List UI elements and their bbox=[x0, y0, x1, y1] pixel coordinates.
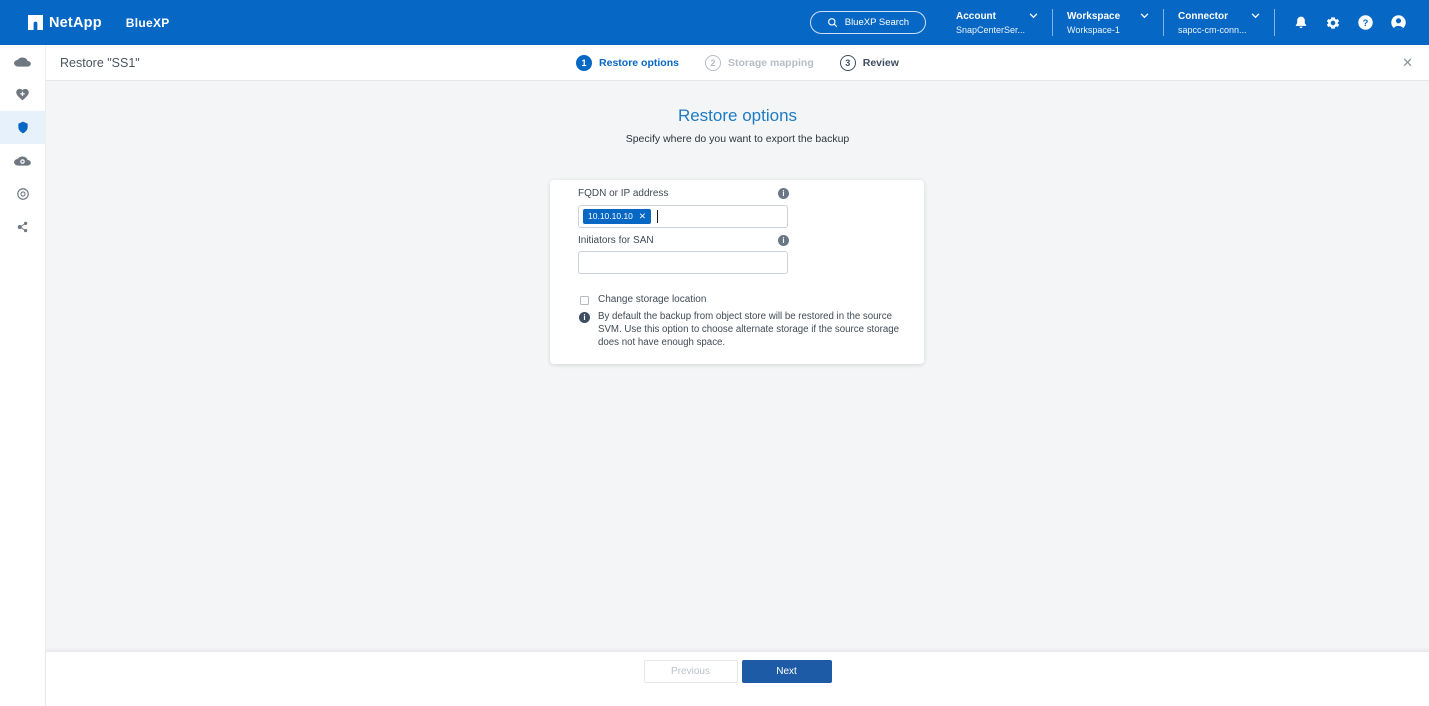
step-storage-mapping[interactable]: 2 Storage mapping bbox=[704, 54, 814, 71]
chevron-down-icon bbox=[1140, 13, 1149, 19]
sidebar-item-protection[interactable] bbox=[0, 111, 45, 144]
initiators-input[interactable] bbox=[578, 251, 788, 274]
settings-gear-icon[interactable] bbox=[1325, 15, 1341, 31]
share-nodes-icon bbox=[16, 220, 30, 234]
netapp-brand: NetApp bbox=[28, 15, 102, 31]
help-icon[interactable]: ? bbox=[1357, 14, 1374, 31]
bluexp-search[interactable]: BlueXP Search bbox=[809, 11, 926, 34]
account-menu-label: Account bbox=[956, 10, 996, 22]
cloud-observability-icon bbox=[14, 152, 31, 169]
wizard-footer: Previous Next bbox=[46, 651, 1429, 706]
left-nav-sidebar bbox=[0, 45, 46, 706]
health-heart-icon bbox=[15, 87, 30, 102]
next-button[interactable]: Next bbox=[741, 660, 832, 683]
topbar-right: BlueXP Search Account SnapCenterSer... W… bbox=[809, 9, 1407, 36]
close-icon[interactable]: ✕ bbox=[1402, 55, 1413, 71]
restore-options-card: FQDN or IP address i 10.10.10.10 ✕ Initi… bbox=[550, 180, 924, 364]
connector-menu-label: Connector bbox=[1178, 10, 1228, 22]
divider bbox=[1163, 9, 1164, 36]
main-content: Restore options Specify where do you wan… bbox=[46, 81, 1429, 651]
initiators-field-label: Initiators for SAN bbox=[578, 235, 654, 246]
wizard-stepper: 1 Restore options 2 Storage mapping 3 Re… bbox=[576, 54, 899, 71]
page-subtitle: Specify where do you want to export the … bbox=[625, 133, 850, 145]
cloud-icon bbox=[14, 53, 31, 70]
text-caret bbox=[657, 210, 659, 223]
ip-address-chip-value: 10.10.10.10 bbox=[588, 211, 633, 222]
netapp-logo-icon bbox=[28, 15, 43, 30]
workspace-menu-label: Workspace bbox=[1067, 10, 1121, 22]
fqdn-input[interactable]: 10.10.10.10 ✕ bbox=[578, 205, 788, 228]
wizard-header: Restore "SS1" 1 Restore options 2 Storag… bbox=[46, 45, 1429, 81]
chevron-down-icon bbox=[1251, 13, 1260, 19]
notifications-bell-icon[interactable] bbox=[1293, 15, 1309, 31]
divider bbox=[1274, 9, 1275, 36]
sidebar-item-mobility[interactable] bbox=[0, 210, 45, 243]
sidebar-item-storage[interactable] bbox=[0, 45, 45, 78]
workspace-menu[interactable]: Workspace Workspace-1 bbox=[1067, 11, 1149, 35]
step-number: 1 bbox=[576, 54, 593, 71]
search-icon bbox=[827, 17, 838, 28]
step-review[interactable]: 3 Review bbox=[839, 54, 899, 71]
page-title: Restore options bbox=[677, 106, 798, 125]
chevron-down-icon bbox=[1029, 13, 1038, 19]
workspace-menu-value: Workspace-1 bbox=[1067, 24, 1120, 35]
ring-icon bbox=[16, 187, 30, 201]
account-menu-value: SnapCenterSer... bbox=[956, 24, 1026, 35]
previous-button[interactable]: Previous bbox=[643, 660, 738, 683]
change-storage-location-checkbox[interactable] bbox=[580, 296, 589, 305]
step-label: Storage mapping bbox=[727, 56, 814, 69]
account-menu[interactable]: Account SnapCenterSer... bbox=[956, 11, 1038, 35]
brand-name: NetApp bbox=[49, 14, 102, 31]
change-storage-location-label[interactable]: Change storage location bbox=[598, 294, 706, 305]
connector-menu-value: sapcc-cm-conn... bbox=[1178, 24, 1247, 35]
search-label: BlueXP Search bbox=[844, 17, 909, 28]
step-restore-options[interactable]: 1 Restore options bbox=[576, 54, 679, 71]
ip-address-chip: 10.10.10.10 ✕ bbox=[583, 209, 652, 224]
chip-remove-icon[interactable]: ✕ bbox=[639, 212, 646, 221]
topbar: NetApp BlueXP BlueXP Search Account Snap… bbox=[0, 0, 1429, 45]
step-label: Review bbox=[862, 56, 899, 69]
step-number: 2 bbox=[704, 54, 721, 71]
info-icon[interactable]: i bbox=[778, 188, 789, 199]
wizard-title: Restore "SS1" bbox=[60, 55, 140, 70]
protection-shield-icon bbox=[16, 120, 30, 135]
product-name: BlueXP bbox=[125, 15, 170, 30]
storage-location-note: By default the backup from object store … bbox=[598, 311, 900, 348]
user-icon[interactable] bbox=[1390, 14, 1407, 31]
sidebar-item-health[interactable] bbox=[0, 78, 45, 111]
info-icon: i bbox=[579, 312, 590, 323]
svg-text:?: ? bbox=[1363, 18, 1369, 28]
sidebar-item-observability[interactable] bbox=[0, 144, 45, 177]
step-label: Restore options bbox=[599, 56, 679, 69]
info-icon[interactable]: i bbox=[778, 235, 789, 246]
step-number: 3 bbox=[839, 54, 856, 71]
connector-menu[interactable]: Connector sapcc-cm-conn... bbox=[1178, 11, 1260, 35]
fqdn-field-label: FQDN or IP address bbox=[578, 188, 669, 199]
sidebar-item-governance[interactable] bbox=[0, 177, 45, 210]
divider bbox=[1052, 9, 1053, 36]
